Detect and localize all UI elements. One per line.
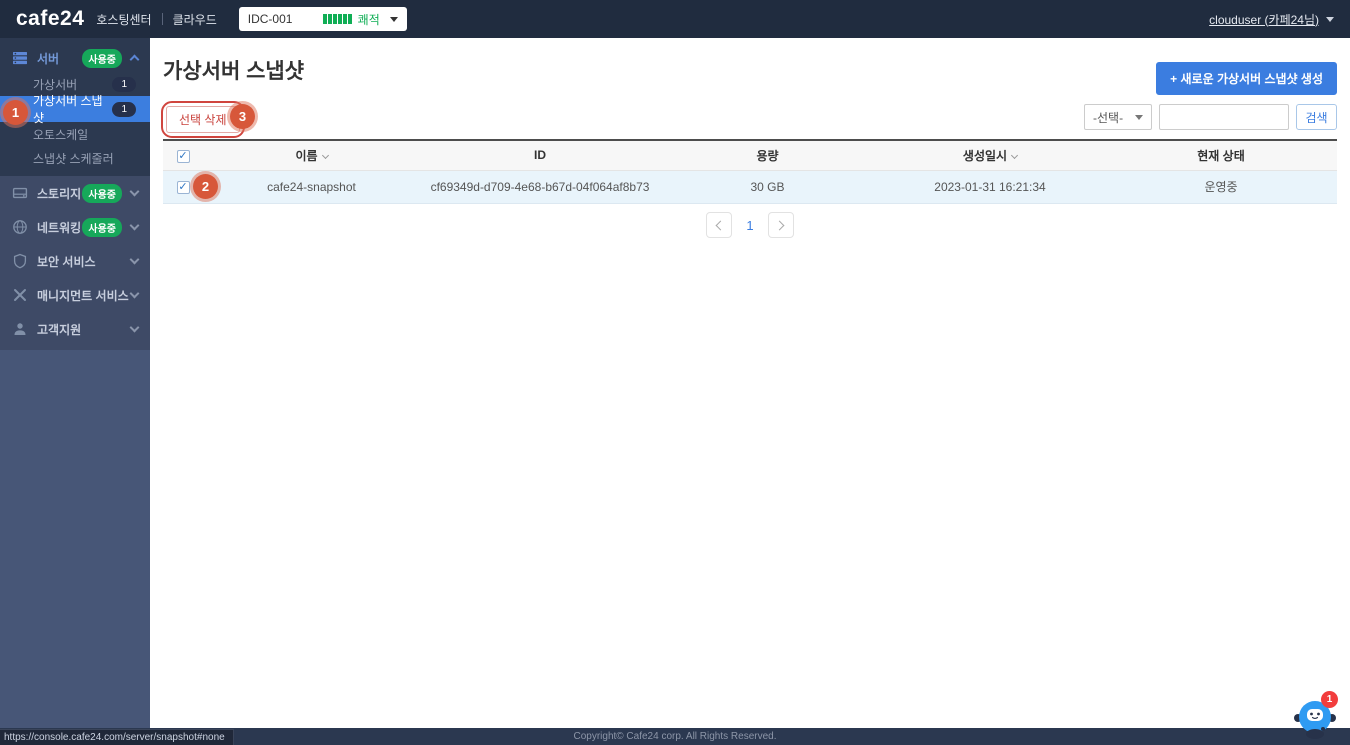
page-title: 가상서버 스냅샷 xyxy=(163,60,305,83)
chevron-down-icon xyxy=(389,16,398,22)
sidebar-group-label: 스토리지 xyxy=(37,186,82,201)
column-header-status: 현재 상태 xyxy=(1105,140,1337,171)
sidebar: 서버 사용중 가상서버 1 가상서버 스냅샷 1 오토스케일 스냅샷 스케줄러 xyxy=(0,38,150,728)
capacity-gauge-icon xyxy=(322,14,353,24)
main-content: 가상서버 스냅샷 + 새로운 가상서버 스냅샷 생성 선택 삭제 -선택- 검색 xyxy=(150,38,1350,728)
divider xyxy=(161,13,163,25)
tools-icon xyxy=(12,287,28,303)
shield-icon xyxy=(12,253,28,269)
chevron-up-icon xyxy=(129,54,140,65)
sidebar-group-server[interactable]: 서버 사용중 xyxy=(0,44,150,72)
create-snapshot-button[interactable]: + 새로운 가상서버 스냅샷 생성 xyxy=(1156,62,1337,95)
filter-select-value: -선택- xyxy=(1093,110,1124,125)
globe-icon xyxy=(12,219,28,235)
cell-snapshot-name: cafe24-snapshot xyxy=(203,170,420,204)
sidebar-group-label: 서버 xyxy=(37,51,60,66)
filter-select[interactable]: -선택- xyxy=(1084,104,1152,130)
search-input[interactable] xyxy=(1159,104,1289,130)
column-header-size: 용량 xyxy=(660,140,875,171)
cell-snapshot-created: 2023-01-31 16:21:34 xyxy=(875,170,1105,204)
chevron-left-icon xyxy=(715,220,726,230)
chevron-down-icon xyxy=(1326,16,1334,22)
server-icon xyxy=(12,50,28,66)
count-badge: 1 xyxy=(112,76,136,92)
cell-snapshot-status: 운영중 xyxy=(1105,170,1337,204)
person-icon xyxy=(12,321,28,337)
select-all-checkbox[interactable] xyxy=(176,149,190,163)
sidebar-item-label: 가상서버 xyxy=(33,77,78,92)
chat-mascot-icon xyxy=(1292,701,1338,743)
user-menu[interactable]: clouduser (카페24님) xyxy=(1209,11,1334,28)
next-page-button[interactable] xyxy=(767,212,794,238)
sidebar-group-security[interactable]: 보안 서비스 xyxy=(0,244,150,278)
topbar: cafe24 호스팅센터 클라우드 IDC-001 쾌적 clouduser (… xyxy=(0,0,1350,38)
sidebar-group-label: 네트워킹 xyxy=(37,220,82,235)
cloud-label[interactable]: 클라우드 xyxy=(173,11,217,28)
screen: cafe24 호스팅센터 클라우드 IDC-001 쾌적 clouduser (… xyxy=(0,0,1350,745)
idc-status-label: 쾌적 xyxy=(357,12,380,27)
filter-bar: -선택- 검색 xyxy=(1084,104,1337,130)
column-header-created[interactable]: 생성일시 xyxy=(875,140,1105,171)
chat-notification-badge: 1 xyxy=(1321,691,1338,708)
count-badge: 1 xyxy=(112,101,136,117)
status-badge: 사용중 xyxy=(82,48,122,68)
status-badge: 사용중 xyxy=(82,183,122,203)
annotation-step-1: 1 xyxy=(3,100,28,125)
user-menu-label: clouduser (카페24님) xyxy=(1209,12,1319,27)
table-header-row: 이름 ID 용량 생성일시 현재 상태 xyxy=(163,140,1337,171)
annotation-step-2: 2 xyxy=(193,174,218,199)
search-button[interactable]: 검색 xyxy=(1296,104,1337,130)
table-row[interactable]: cafe24-snapshot cf69349d-d709-4e68-b67d-… xyxy=(163,170,1337,204)
chevron-down-icon xyxy=(129,220,140,231)
sidebar-group-label: 고객지원 xyxy=(37,322,82,337)
sidebar-item-label: 가상서버 스냅샷 xyxy=(33,94,103,125)
storage-icon xyxy=(12,185,28,201)
sidebar-item-label: 스냅샷 스케줄러 xyxy=(33,151,114,166)
chevron-down-icon xyxy=(129,186,140,197)
sidebar-group-networking[interactable]: 네트워킹 사용중 xyxy=(0,210,150,244)
annotation-step-3: 3 xyxy=(230,104,255,129)
sort-caret-icon xyxy=(321,151,329,159)
cell-snapshot-id: cf69349d-d709-4e68-b67d-04f064af8b73 xyxy=(420,170,660,204)
hosting-center-label[interactable]: 호스팅센터 xyxy=(96,11,151,28)
sidebar-group-support[interactable]: 고객지원 xyxy=(0,312,150,346)
sidebar-group-label: 매니지먼트 서비스 xyxy=(37,288,129,303)
sidebar-group-management[interactable]: 매니지먼트 서비스 xyxy=(0,278,150,312)
idc-select-value: IDC-001 xyxy=(247,12,293,26)
column-header-id: ID xyxy=(420,140,660,171)
cafe24-logo[interactable]: cafe24 xyxy=(16,7,84,31)
column-header-name[interactable]: 이름 xyxy=(203,140,420,171)
snapshot-table: 이름 ID 용량 생성일시 현재 상태 cafe24-snapshot cf69… xyxy=(163,139,1337,204)
row-checkbox[interactable] xyxy=(176,181,190,194)
browser-status-bar: https://console.cafe24.com/server/snapsh… xyxy=(0,729,234,745)
sidebar-group-label: 보안 서비스 xyxy=(37,254,96,269)
delete-selected-button[interactable]: 선택 삭제 xyxy=(166,106,240,133)
sidebar-group-storage[interactable]: 스토리지 사용중 xyxy=(0,176,150,210)
chevron-down-icon xyxy=(1135,114,1143,120)
sidebar-item-snapshot-scheduler[interactable]: 스냅샷 스케줄러 xyxy=(0,146,150,170)
chevron-right-icon xyxy=(774,220,785,230)
pagination: 1 xyxy=(150,212,1350,238)
chat-support-button[interactable]: 1 xyxy=(1292,691,1338,739)
cell-snapshot-size: 30 GB xyxy=(660,170,875,204)
sort-caret-icon xyxy=(1011,151,1019,159)
sidebar-item-label: 오토스케일 xyxy=(33,127,89,142)
chevron-down-icon xyxy=(129,322,140,333)
chevron-down-icon xyxy=(129,288,140,299)
status-badge: 사용중 xyxy=(82,217,122,237)
page-number[interactable]: 1 xyxy=(746,218,753,233)
sidebar-item-autoscale[interactable]: 오토스케일 xyxy=(0,122,150,146)
idc-select[interactable]: IDC-001 쾌적 xyxy=(238,7,407,31)
chevron-down-icon xyxy=(129,254,140,265)
copyright-text: Copyright© Cafe24 corp. All Rights Reser… xyxy=(573,731,777,742)
prev-page-button[interactable] xyxy=(706,212,733,238)
